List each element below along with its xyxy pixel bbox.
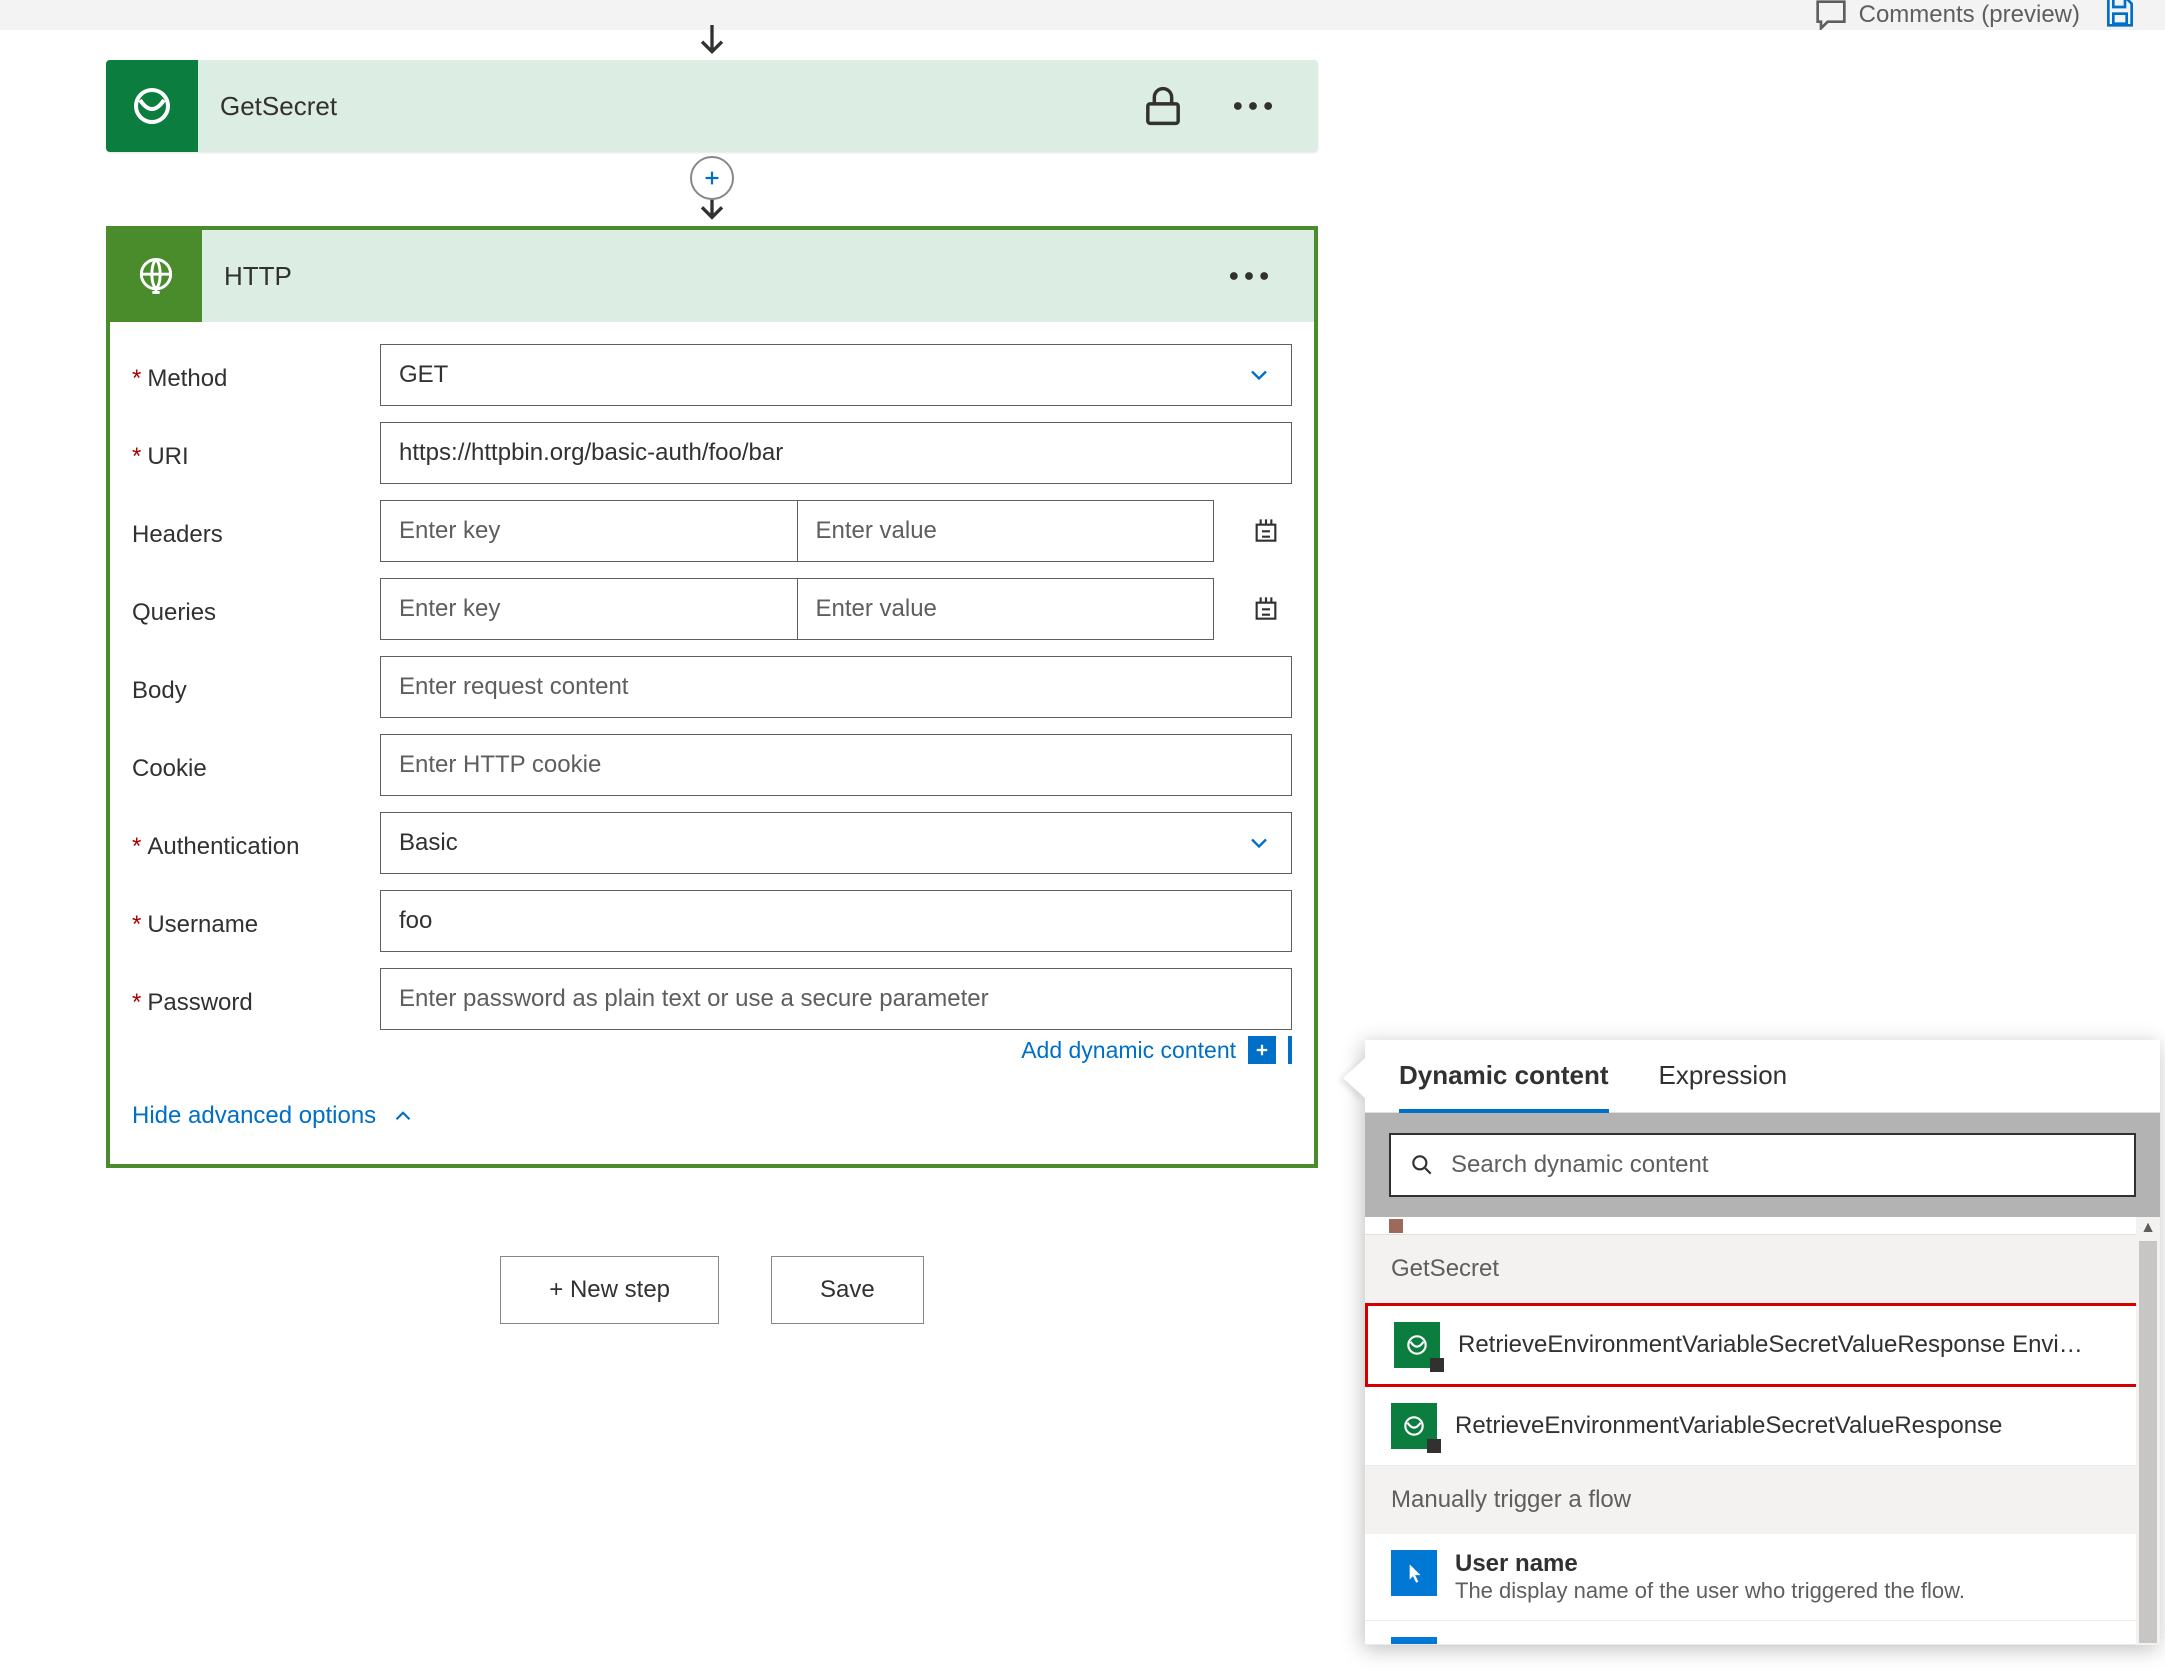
arrow-down-icon xyxy=(692,20,732,60)
dynamic-item-user-name[interactable]: User name The display name of the user w… xyxy=(1365,1534,2160,1621)
headers-label: Headers xyxy=(132,521,223,549)
password-input[interactable] xyxy=(380,968,1292,1030)
chevron-down-icon xyxy=(1245,829,1273,857)
globe-icon xyxy=(134,254,178,298)
scroll-up-icon[interactable]: ▲ xyxy=(2140,1217,2156,1239)
flow-button-mini-icon xyxy=(1391,1637,1437,1645)
method-label: Method xyxy=(147,365,227,393)
dynamic-item-retrieve-env-var[interactable]: RetrieveEnvironmentVariableSecretValueRe… xyxy=(1365,1387,2160,1466)
dynamic-item-label: RetrieveEnvironmentVariableSecretValueRe… xyxy=(1455,1412,2134,1440)
comments-label: Comments (preview) xyxy=(1859,1,2080,29)
method-value: GET xyxy=(399,361,448,389)
dynamic-item-sublabel: The display name of the user who trigger… xyxy=(1455,1578,2134,1604)
authentication-label: Authentication xyxy=(147,833,299,861)
dynamic-item-cutoff[interactable] xyxy=(1365,1621,2160,1645)
add-dynamic-badge-icon xyxy=(1248,1036,1276,1064)
password-label: Password xyxy=(147,989,252,1017)
headers-value-input[interactable] xyxy=(797,500,1215,562)
add-dynamic-content-label: Add dynamic content xyxy=(1021,1037,1236,1064)
http-icon-tile xyxy=(110,230,202,322)
dynamic-item-label: RetrieveEnvironmentVariableSecretValueRe… xyxy=(1458,1331,2131,1359)
flow-button-mini-icon xyxy=(1391,1550,1437,1596)
cookie-input[interactable] xyxy=(380,734,1292,796)
more-horizontal-icon xyxy=(1227,80,1279,132)
queries-value-input[interactable] xyxy=(797,578,1215,640)
panel-caret-icon xyxy=(1343,1058,1365,1098)
dataverse-mini-icon xyxy=(1394,1322,1440,1368)
http-card-header[interactable]: HTTP xyxy=(110,230,1314,322)
get-secret-more-button[interactable] xyxy=(1223,76,1283,136)
save-button[interactable]: Save xyxy=(771,1256,924,1324)
chevron-up-icon xyxy=(390,1103,416,1129)
get-secret-title: GetSecret xyxy=(198,60,1098,152)
dataverse-icon-tile xyxy=(106,60,198,152)
new-step-button[interactable]: + New step xyxy=(500,1256,719,1324)
hide-advanced-label: Hide advanced options xyxy=(132,1102,376,1130)
more-horizontal-icon xyxy=(1223,250,1275,302)
dataverse-icon xyxy=(1401,1413,1427,1439)
dataverse-icon xyxy=(128,82,176,130)
text-edit-icon xyxy=(1250,592,1282,624)
prev-item-remnant xyxy=(1365,1217,2160,1235)
hide-advanced-options-link[interactable]: Hide advanced options xyxy=(132,1102,416,1130)
section-getsecret: GetSecret xyxy=(1365,1235,2160,1303)
headers-key-input[interactable] xyxy=(380,500,797,562)
dataverse-mini-icon xyxy=(1391,1403,1437,1449)
uri-input[interactable] xyxy=(380,422,1292,484)
lock-icon xyxy=(1137,80,1189,132)
http-more-button[interactable] xyxy=(1219,246,1279,306)
pointer-icon xyxy=(1401,1560,1427,1586)
http-title: HTTP xyxy=(202,261,1184,292)
panel-scrollbar[interactable]: ▲ xyxy=(2136,1217,2160,1645)
section-manual-trigger: Manually trigger a flow xyxy=(1365,1466,2160,1534)
username-label: Username xyxy=(147,911,258,939)
http-card: HTTP *Method GET xyxy=(106,226,1318,1168)
dynamic-caret-bar xyxy=(1288,1036,1292,1064)
username-input[interactable] xyxy=(380,890,1292,952)
queries-bulk-edit-button[interactable] xyxy=(1250,592,1282,627)
plus-icon xyxy=(701,167,723,189)
insert-step-button[interactable] xyxy=(690,156,734,200)
save-icon xyxy=(2100,0,2140,32)
dynamic-item-label: User name xyxy=(1455,1550,2134,1578)
tab-expression[interactable]: Expression xyxy=(1659,1060,1788,1112)
get-secret-card[interactable]: GetSecret xyxy=(106,60,1318,152)
search-icon xyxy=(1409,1152,1435,1178)
method-select[interactable]: GET xyxy=(380,344,1292,406)
get-secret-lock-button[interactable] xyxy=(1133,76,1193,136)
body-label: Body xyxy=(132,677,187,705)
tab-dynamic-content[interactable]: Dynamic content xyxy=(1399,1060,1609,1113)
headers-bulk-edit-button[interactable] xyxy=(1250,514,1282,549)
text-edit-icon xyxy=(1250,514,1282,546)
dynamic-item-retrieve-env-var-envi[interactable]: RetrieveEnvironmentVariableSecretValueRe… xyxy=(1365,1303,2160,1387)
dataverse-icon xyxy=(1404,1332,1430,1358)
add-dynamic-content-link[interactable]: Add dynamic content xyxy=(1021,1036,1292,1064)
uri-label: URI xyxy=(147,443,188,471)
body-input[interactable] xyxy=(380,656,1292,718)
authentication-select[interactable]: Basic xyxy=(380,812,1292,874)
authentication-value: Basic xyxy=(399,829,458,857)
scroll-thumb[interactable] xyxy=(2139,1241,2157,1643)
queries-key-input[interactable] xyxy=(380,578,797,640)
cookie-label: Cookie xyxy=(132,755,207,783)
queries-label: Queries xyxy=(132,599,216,627)
dynamic-search-wrap xyxy=(1389,1133,2136,1197)
dynamic-content-panel: Dynamic content Expression GetSecret Ret… xyxy=(1365,1040,2160,1645)
dynamic-search-input[interactable] xyxy=(1451,1151,2116,1179)
chevron-down-icon xyxy=(1245,361,1273,389)
